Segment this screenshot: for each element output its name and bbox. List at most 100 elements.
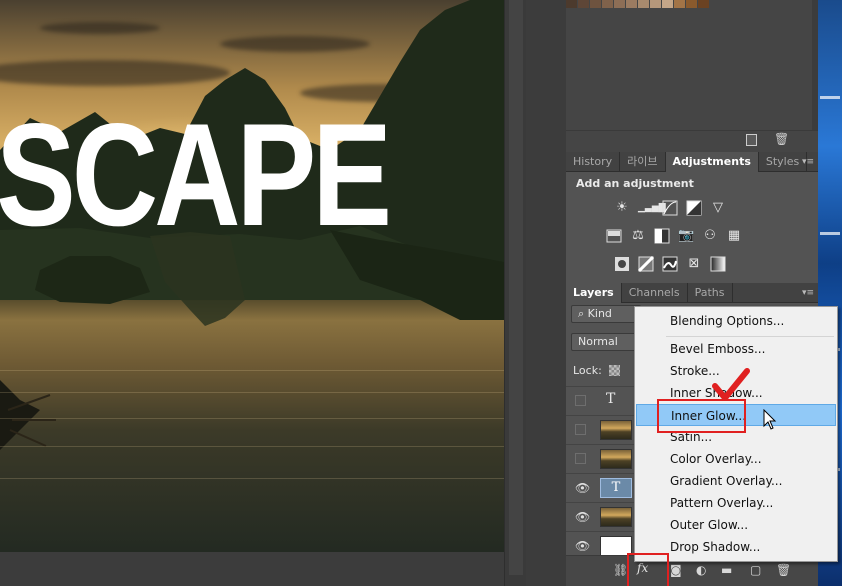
eye-icon[interactable]: 👁 [575,482,590,494]
threshold-icon[interactable] [662,256,678,272]
tab-layers[interactable]: Layers [566,283,622,303]
canvas-right-strip [504,0,526,586]
canvas-title-text: SCAPE [0,93,392,256]
tab-live[interactable]: 라이브 [620,152,666,172]
color-swatch[interactable] [698,0,709,8]
blend-mode-label: Normal [578,335,618,348]
color-lookup-icon[interactable]: ▦ [726,228,742,244]
new-group-icon[interactable]: ▬ [721,563,732,577]
new-layer-icon[interactable]: ▢ [750,563,761,577]
color-swatch[interactable] [686,0,697,8]
menu-item-bevel-emboss[interactable]: Bevel Emboss... [636,338,836,360]
menu-item-gradient-overlay[interactable]: Gradient Overlay... [636,470,836,492]
tab-adjustments[interactable]: Adjustments [665,152,759,172]
trash-icon[interactable]: 🗑 [774,132,789,146]
layer-filter-select[interactable]: ⌕ Kind [571,305,641,323]
tab-channels[interactable]: Channels [622,283,688,303]
color-swatch[interactable] [650,0,661,8]
eye-icon[interactable]: 👁 [575,540,590,552]
curves-icon[interactable] [662,200,678,216]
desktop-light-streak [820,96,840,99]
color-swatch[interactable] [578,0,589,8]
link-layers-icon[interactable]: ⛓ [613,563,628,577]
panel-menu-icon[interactable]: ▾≡ [802,152,814,172]
layer-row[interactable] [566,415,638,443]
horizontal-scrollbar[interactable] [0,552,508,586]
swatches-row [566,0,710,8]
blend-mode-select[interactable]: Normal [571,333,641,351]
search-icon: ⌕ [578,307,585,320]
vibrance-icon[interactable]: ▽ [710,200,726,216]
annotation-highlight-box [657,399,746,433]
check-mark-icon [712,368,750,401]
panel-menu-icon[interactable]: ▾≡ [802,283,814,303]
new-adjustment-layer-icon[interactable]: ◐ [696,563,706,577]
menu-item-outer-glow[interactable]: Outer Glow... [636,514,836,536]
color-swatch[interactable] [614,0,625,8]
document-canvas[interactable]: SCAPE [0,0,504,552]
layer-row[interactable]: 👁 [566,502,638,530]
adjustments-heading: Add an adjustment [576,177,694,190]
adjustments-tabbar: History 라이브 Adjustments Styles ▾≡ [566,152,818,172]
landscape-scenery [0,0,504,450]
layer-thumbnail [600,507,632,527]
water-ripple [0,392,504,393]
type-layer-icon: T [606,391,616,407]
layer-row[interactable] [566,444,638,472]
color-swatch[interactable] [566,0,577,8]
eye-icon[interactable]: 👁 [575,511,590,523]
panel-dock-gap [526,0,566,586]
water-ripple [0,446,504,447]
channel-mixer-icon[interactable]: ⚇ [702,228,718,244]
levels-icon[interactable]: ▁▃▅▇ [638,200,666,216]
adjustments-row-1: ☀ ▁▃▅▇ ▽ [614,200,734,216]
invert-icon[interactable] [614,256,630,272]
color-swatch[interactable] [638,0,649,8]
annotation-highlight-box [627,553,669,586]
color-balance-icon[interactable]: ⚖ [630,228,646,244]
water-ripple [0,418,504,419]
adjustments-panel: Add an adjustment ☀ ▁▃▅▇ ▽ ⚖ 📷 ⚇ ▦ ⊠ [566,172,818,282]
menu-item-blending-options[interactable]: Blending Options... [636,310,836,332]
tab-paths[interactable]: Paths [688,283,733,303]
visibility-toggle-off[interactable] [575,395,586,406]
swatches-footer: 🗑 [566,130,818,152]
posterize-icon[interactable] [637,255,655,273]
new-swatch-icon[interactable] [746,134,757,146]
black-white-icon[interactable] [654,228,670,244]
color-swatch[interactable] [602,0,613,8]
menu-item-color-overlay[interactable]: Color Overlay... [636,448,836,470]
color-swatch[interactable] [626,0,637,8]
lock-label: Lock: [573,364,602,377]
tab-styles[interactable]: Styles [759,152,808,172]
mouse-pointer-icon [763,409,777,430]
desktop-light-streak [820,232,840,235]
layer-thumbnail [600,420,632,440]
tab-history[interactable]: History [566,152,621,172]
adjustments-row-2: ⚖ 📷 ⚇ ▦ [606,228,750,244]
color-swatch[interactable] [674,0,685,8]
layer-row-selected[interactable]: 👁 T [566,473,638,501]
exposure-icon[interactable] [686,200,702,216]
color-swatch[interactable] [590,0,601,8]
gradient-map-icon[interactable] [710,256,726,272]
swatches-scrollbar[interactable] [812,0,818,130]
type-layer-thumbnail: T [600,478,632,498]
layer-filter-label: Kind [587,307,612,320]
brightness-icon[interactable]: ☀ [614,200,630,216]
lock-transparent-pixels-icon[interactable] [609,365,620,376]
menu-item-pattern-overlay[interactable]: Pattern Overlay... [636,492,836,514]
selective-color-icon[interactable]: ⊠ [686,256,702,272]
layer-thumbnail [600,449,632,469]
delete-layer-icon[interactable]: 🗑 [776,563,791,577]
color-swatch[interactable] [662,0,673,8]
hue-sat-icon[interactable] [606,228,622,244]
visibility-toggle-off[interactable] [575,424,586,435]
photo-filter-icon[interactable]: 📷 [678,228,694,244]
layers-tabbar: Layers Channels Paths ▾≡ [566,283,818,303]
vertical-scrollbar[interactable] [509,0,523,575]
adjustments-row-3: ⊠ [614,255,734,273]
add-mask-icon[interactable]: ◙ [670,563,682,577]
layer-row[interactable]: T [566,386,638,414]
visibility-toggle-off[interactable] [575,453,586,464]
